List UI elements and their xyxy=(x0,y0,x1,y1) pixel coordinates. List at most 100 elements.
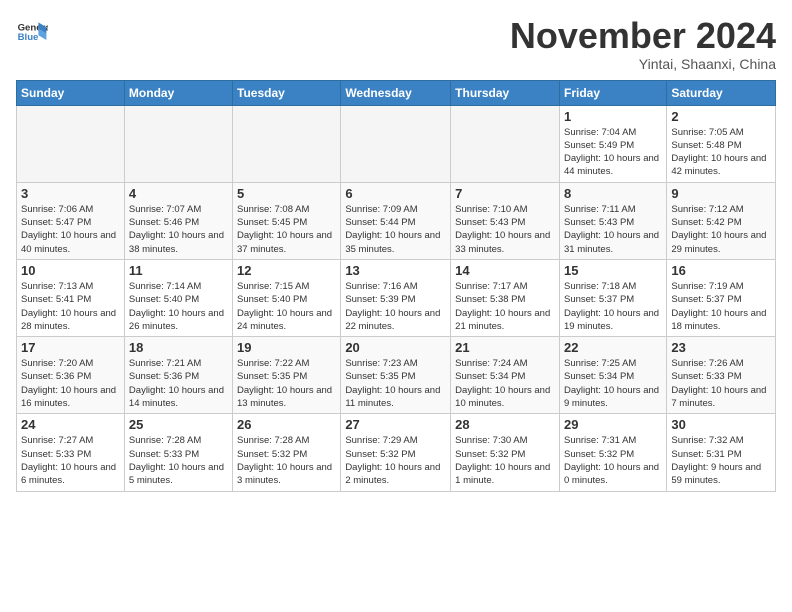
calendar-week-row: 24Sunrise: 7:27 AM Sunset: 5:33 PM Dayli… xyxy=(17,414,776,491)
day-header-friday: Friday xyxy=(559,80,666,105)
calendar-cell xyxy=(341,105,451,182)
day-info: Sunrise: 7:30 AM Sunset: 5:32 PM Dayligh… xyxy=(455,434,555,487)
day-info: Sunrise: 7:26 AM Sunset: 5:33 PM Dayligh… xyxy=(671,357,771,410)
day-number: 5 xyxy=(237,186,336,201)
day-info: Sunrise: 7:12 AM Sunset: 5:42 PM Dayligh… xyxy=(671,203,771,256)
day-number: 17 xyxy=(21,340,120,355)
calendar-cell: 15 Sunrise: 7:18 AM Sunset: 5:37 PM Dayli… xyxy=(559,259,666,336)
calendar-cell: 8 Sunrise: 7:11 AM Sunset: 5:43 PM Daylig… xyxy=(559,182,666,259)
calendar-cell: 19 Sunrise: 7:22 AM Sunset: 5:35 PM Dayli… xyxy=(233,337,341,414)
calendar-cell: 24Sunrise: 7:27 AM Sunset: 5:33 PM Dayli… xyxy=(17,414,125,491)
day-info: Sunrise: 7:27 AM Sunset: 5:33 PM Dayligh… xyxy=(21,434,120,487)
day-number: 20 xyxy=(345,340,446,355)
calendar-cell: 1 Sunrise: 7:04 AM Sunset: 5:49 PM Daylig… xyxy=(559,105,666,182)
calendar-cell: 10 Sunrise: 7:13 AM Sunset: 5:41 PM Dayli… xyxy=(17,259,125,336)
day-header-tuesday: Tuesday xyxy=(233,80,341,105)
day-info: Sunrise: 7:11 AM Sunset: 5:43 PM Dayligh… xyxy=(564,203,662,256)
month-title: November 2024 xyxy=(510,16,776,56)
calendar-week-row: 3 Sunrise: 7:06 AM Sunset: 5:47 PM Daylig… xyxy=(17,182,776,259)
day-info: Sunrise: 7:10 AM Sunset: 5:43 PM Dayligh… xyxy=(455,203,555,256)
day-header-thursday: Thursday xyxy=(451,80,560,105)
day-info: Sunrise: 7:28 AM Sunset: 5:32 PM Dayligh… xyxy=(237,434,336,487)
day-number: 26 xyxy=(237,417,336,432)
day-info: Sunrise: 7:04 AM Sunset: 5:49 PM Dayligh… xyxy=(564,126,662,179)
calendar-cell xyxy=(451,105,560,182)
day-number: 19 xyxy=(237,340,336,355)
calendar-cell: 22 Sunrise: 7:25 AM Sunset: 5:34 PM Dayli… xyxy=(559,337,666,414)
calendar-cell: 20Sunrise: 7:23 AM Sunset: 5:35 PM Dayli… xyxy=(341,337,451,414)
day-number: 21 xyxy=(455,340,555,355)
day-number: 3 xyxy=(21,186,120,201)
day-info: Sunrise: 7:09 AM Sunset: 5:44 PM Dayligh… xyxy=(345,203,446,256)
day-header-saturday: Saturday xyxy=(667,80,776,105)
day-number: 12 xyxy=(237,263,336,278)
day-number: 4 xyxy=(129,186,228,201)
calendar-cell: 18 Sunrise: 7:21 AM Sunset: 5:36 PM Dayli… xyxy=(124,337,232,414)
day-number: 28 xyxy=(455,417,555,432)
calendar-cell: 12 Sunrise: 7:15 AM Sunset: 5:40 PM Dayli… xyxy=(233,259,341,336)
day-number: 27 xyxy=(345,417,446,432)
calendar-table: SundayMondayTuesdayWednesdayThursdayFrid… xyxy=(16,80,776,492)
day-info: Sunrise: 7:15 AM Sunset: 5:40 PM Dayligh… xyxy=(237,280,336,333)
calendar-week-row: 10 Sunrise: 7:13 AM Sunset: 5:41 PM Dayli… xyxy=(17,259,776,336)
calendar-cell xyxy=(233,105,341,182)
day-header-wednesday: Wednesday xyxy=(341,80,451,105)
calendar-cell: 6 Sunrise: 7:09 AM Sunset: 5:44 PM Daylig… xyxy=(341,182,451,259)
day-number: 1 xyxy=(564,109,662,124)
location: Yintai, Shaanxi, China xyxy=(510,56,776,72)
day-info: Sunrise: 7:06 AM Sunset: 5:47 PM Dayligh… xyxy=(21,203,120,256)
calendar-cell: 5 Sunrise: 7:08 AM Sunset: 5:45 PM Daylig… xyxy=(233,182,341,259)
calendar-cell: 17 Sunrise: 7:20 AM Sunset: 5:36 PM Dayli… xyxy=(17,337,125,414)
day-number: 22 xyxy=(564,340,662,355)
day-info: Sunrise: 7:28 AM Sunset: 5:33 PM Dayligh… xyxy=(129,434,228,487)
day-number: 16 xyxy=(671,263,771,278)
calendar-cell: 7Sunrise: 7:10 AM Sunset: 5:43 PM Daylig… xyxy=(451,182,560,259)
day-info: Sunrise: 7:32 AM Sunset: 5:31 PM Dayligh… xyxy=(671,434,771,487)
day-info: Sunrise: 7:08 AM Sunset: 5:45 PM Dayligh… xyxy=(237,203,336,256)
day-number: 8 xyxy=(564,186,662,201)
day-number: 6 xyxy=(345,186,446,201)
calendar-cell: 27Sunrise: 7:29 AM Sunset: 5:32 PM Dayli… xyxy=(341,414,451,491)
calendar-cell xyxy=(124,105,232,182)
day-info: Sunrise: 7:19 AM Sunset: 5:37 PM Dayligh… xyxy=(671,280,771,333)
day-info: Sunrise: 7:20 AM Sunset: 5:36 PM Dayligh… xyxy=(21,357,120,410)
logo-icon: General Blue xyxy=(16,16,48,48)
calendar-cell: 28 Sunrise: 7:30 AM Sunset: 5:32 PM Dayli… xyxy=(451,414,560,491)
day-info: Sunrise: 7:05 AM Sunset: 5:48 PM Dayligh… xyxy=(671,126,771,179)
day-info: Sunrise: 7:07 AM Sunset: 5:46 PM Dayligh… xyxy=(129,203,228,256)
day-number: 15 xyxy=(564,263,662,278)
calendar-cell xyxy=(17,105,125,182)
calendar-cell: 23Sunrise: 7:26 AM Sunset: 5:33 PM Dayli… xyxy=(667,337,776,414)
day-number: 30 xyxy=(671,417,771,432)
day-number: 9 xyxy=(671,186,771,201)
calendar-cell: 13 Sunrise: 7:16 AM Sunset: 5:39 PM Dayli… xyxy=(341,259,451,336)
calendar-week-row: 1 Sunrise: 7:04 AM Sunset: 5:49 PM Daylig… xyxy=(17,105,776,182)
day-number: 14 xyxy=(455,263,555,278)
day-header-monday: Monday xyxy=(124,80,232,105)
day-info: Sunrise: 7:24 AM Sunset: 5:34 PM Dayligh… xyxy=(455,357,555,410)
calendar-cell: 9 Sunrise: 7:12 AM Sunset: 5:42 PM Daylig… xyxy=(667,182,776,259)
day-info: Sunrise: 7:16 AM Sunset: 5:39 PM Dayligh… xyxy=(345,280,446,333)
calendar-cell: 29Sunrise: 7:31 AM Sunset: 5:32 PM Dayli… xyxy=(559,414,666,491)
calendar-cell: 30 Sunrise: 7:32 AM Sunset: 5:31 PM Dayli… xyxy=(667,414,776,491)
page-header: General Blue November 2024 Yintai, Shaan… xyxy=(16,16,776,72)
day-info: Sunrise: 7:18 AM Sunset: 5:37 PM Dayligh… xyxy=(564,280,662,333)
calendar-cell: 26 Sunrise: 7:28 AM Sunset: 5:32 PM Dayli… xyxy=(233,414,341,491)
title-block: November 2024 Yintai, Shaanxi, China xyxy=(510,16,776,72)
day-info: Sunrise: 7:22 AM Sunset: 5:35 PM Dayligh… xyxy=(237,357,336,410)
calendar-cell: 14Sunrise: 7:17 AM Sunset: 5:38 PM Dayli… xyxy=(451,259,560,336)
day-info: Sunrise: 7:21 AM Sunset: 5:36 PM Dayligh… xyxy=(129,357,228,410)
calendar-week-row: 17 Sunrise: 7:20 AM Sunset: 5:36 PM Dayli… xyxy=(17,337,776,414)
day-number: 25 xyxy=(129,417,228,432)
calendar-cell: 25 Sunrise: 7:28 AM Sunset: 5:33 PM Dayli… xyxy=(124,414,232,491)
day-number: 11 xyxy=(129,263,228,278)
calendar-cell: 2Sunrise: 7:05 AM Sunset: 5:48 PM Daylig… xyxy=(667,105,776,182)
day-header-sunday: Sunday xyxy=(17,80,125,105)
day-number: 13 xyxy=(345,263,446,278)
calendar-cell: 4 Sunrise: 7:07 AM Sunset: 5:46 PM Daylig… xyxy=(124,182,232,259)
day-number: 18 xyxy=(129,340,228,355)
day-info: Sunrise: 7:13 AM Sunset: 5:41 PM Dayligh… xyxy=(21,280,120,333)
day-info: Sunrise: 7:25 AM Sunset: 5:34 PM Dayligh… xyxy=(564,357,662,410)
logo: General Blue xyxy=(16,16,48,48)
day-number: 10 xyxy=(21,263,120,278)
